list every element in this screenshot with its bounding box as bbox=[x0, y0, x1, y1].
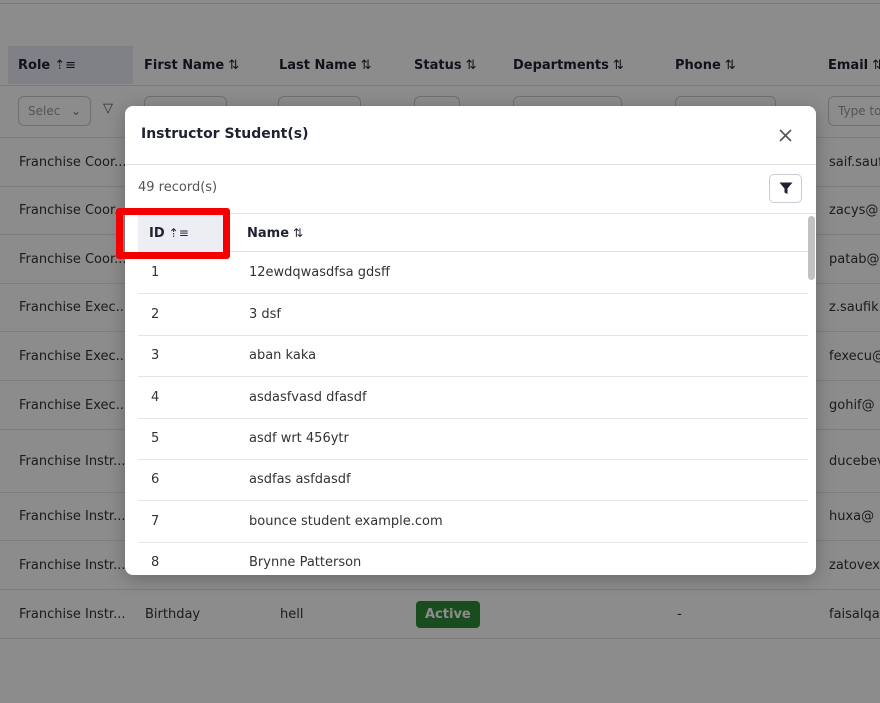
table-row[interactable]: 4 asdasfvasd dfasdf bbox=[138, 377, 808, 419]
table-row[interactable]: 7 bounce student example.com bbox=[138, 501, 808, 543]
filter-icon bbox=[779, 182, 792, 194]
modal-title: Instructor Student(s) bbox=[141, 126, 309, 142]
sort-icon: ⇅ bbox=[293, 226, 304, 240]
column-header-name[interactable]: Name ⇅ bbox=[247, 214, 303, 252]
students-grid: ID ⇡≡ Name ⇅ 1 12ewdqwasdfsa gdsff 23 dsf 3… bbox=[138, 214, 808, 575]
table-row[interactable]: 5 asdf wrt 456ytr bbox=[138, 418, 808, 460]
scrollbar-thumb[interactable] bbox=[808, 216, 815, 280]
id-column-highlight bbox=[116, 208, 230, 259]
filter-button[interactable] bbox=[769, 174, 802, 203]
table-row[interactable]: 3 aban kaka bbox=[138, 335, 808, 377]
table-row[interactable]: 1 12ewdqwasdfsa gdsff bbox=[138, 252, 808, 294]
grid-scrollbar[interactable] bbox=[808, 214, 815, 575]
modal-toolbar: 49 record(s) bbox=[125, 165, 816, 214]
grid-header: ID ⇡≡ Name ⇅ bbox=[138, 214, 808, 252]
table-row[interactable]: 6 asdfas asfdasdf bbox=[138, 459, 808, 501]
close-button[interactable] bbox=[774, 124, 796, 146]
instructor-students-modal: Instructor Student(s) 49 record(s) ID ⇡≡ … bbox=[125, 106, 816, 575]
close-icon bbox=[778, 128, 792, 142]
table-row[interactable]: 8 Brynne Patterson bbox=[138, 542, 808, 575]
table-row[interactable]: 23 dsf bbox=[138, 294, 808, 336]
record-count: 49 record(s) bbox=[138, 180, 218, 195]
modal-header: Instructor Student(s) bbox=[125, 106, 816, 165]
